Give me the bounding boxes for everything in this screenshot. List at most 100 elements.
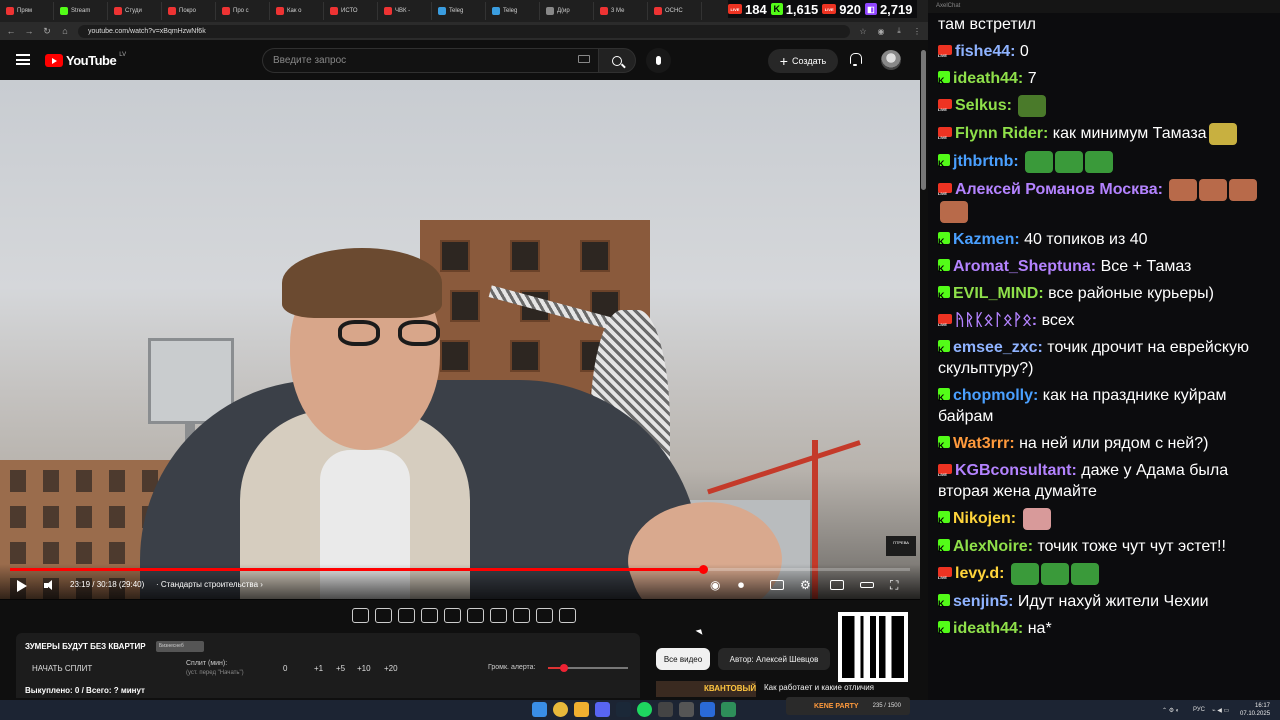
chat-username[interactable]: ideath44: — [953, 620, 1023, 637]
browser-tab[interactable]: Прям — [2, 2, 54, 20]
chat-username[interactable]: chopmolly: — [953, 387, 1038, 404]
audio-icon[interactable] — [375, 608, 392, 623]
camera-icon[interactable] — [398, 608, 415, 623]
spotify-icon[interactable] — [637, 702, 652, 717]
network-volume-icons[interactable]: ⌁ ◀ ▭ — [1212, 700, 1229, 720]
loop-icon[interactable] — [352, 608, 369, 623]
split-add-5-button[interactable]: +5 — [336, 664, 345, 673]
cinema-icon[interactable] — [467, 608, 484, 623]
file-explorer-icon[interactable] — [574, 702, 589, 717]
extension-icon[interactable]: ◉ — [876, 27, 886, 36]
youtube-logo[interactable]: YouTube LV — [45, 52, 126, 68]
chip-all-videos[interactable]: Все видео — [656, 648, 710, 670]
picture-in-picture-icon[interactable] — [444, 608, 461, 623]
hamburger-menu-icon[interactable] — [16, 54, 30, 65]
clip-icon[interactable] — [421, 608, 438, 623]
play-icon[interactable] — [17, 580, 27, 592]
back-icon[interactable]: ← — [6, 26, 16, 36]
browser-tab[interactable]: Teleg — [488, 2, 540, 20]
alert-volume-slider[interactable] — [548, 664, 628, 672]
chat-username[interactable]: Wat3rrr: — [953, 435, 1015, 452]
theater-mode-icon[interactable] — [860, 578, 874, 592]
chat-username[interactable]: fishe44: — [955, 43, 1015, 60]
home-icon[interactable]: ⌂ — [60, 26, 70, 36]
scrubber-handle[interactable] — [699, 565, 708, 574]
create-button[interactable]: + Создать — [768, 49, 838, 73]
recommendation-thumbnail[interactable]: КВАНТОВЫЙ — [656, 681, 756, 697]
discord-icon[interactable] — [595, 702, 610, 717]
notifications-bell-icon[interactable] — [849, 53, 862, 66]
browser-tab[interactable]: ОСНС — [650, 2, 702, 20]
browser-tab[interactable]: Студи — [110, 2, 162, 20]
chat-username[interactable]: jthbrtnb: — [953, 153, 1019, 170]
page-scrollbar[interactable] — [921, 50, 926, 190]
volume-icon[interactable] — [44, 580, 56, 591]
voice-search-button[interactable] — [646, 48, 671, 73]
split-add-20-button[interactable]: +20 — [384, 664, 398, 673]
search-input[interactable]: Введите запрос — [262, 48, 598, 73]
miniplayer-play-icon[interactable]: ◉ — [710, 578, 720, 592]
language-indicator[interactable]: РУС — [1193, 700, 1205, 720]
split-value-0[interactable]: 0 — [283, 664, 287, 673]
browser-tab[interactable]: Покро — [164, 2, 216, 20]
browser-tab[interactable]: ЧВК - — [380, 2, 432, 20]
split-add-10-button[interactable]: +10 — [357, 664, 371, 673]
chat-username[interactable]: KGBconsultant: — [955, 462, 1077, 479]
progress-bar[interactable] — [10, 565, 910, 574]
chat-username[interactable]: Flynn Rider: — [955, 125, 1048, 142]
fullscreen-icon[interactable]: ⛶ — [890, 578, 898, 592]
chat-username[interactable]: Selkus: — [955, 97, 1012, 114]
extension-settings-icon[interactable] — [559, 608, 576, 623]
start-menu-icon[interactable] — [532, 702, 547, 717]
split-add-1-button[interactable]: +1 — [314, 664, 323, 673]
system-clock[interactable]: 16:17 07.10.2025 — [1240, 700, 1270, 718]
chrome-icon[interactable] — [553, 702, 568, 717]
chat-username[interactable]: EVIL_MIND: — [953, 285, 1044, 302]
chip-author[interactable]: Автор: Алексей Шевцов — [718, 648, 830, 670]
chat-username[interactable]: levy.d: — [955, 565, 1005, 582]
settings-gear-icon[interactable]: ⚙ — [800, 578, 811, 592]
browser-tab[interactable]: ИСТО — [326, 2, 378, 20]
browser-tab[interactable]: 3 Ме — [596, 2, 648, 20]
start-split-button[interactable]: НАЧАТЬ СПЛИТ — [32, 664, 92, 673]
url-field[interactable]: youtube.com/watch?v=xBqmHzwNf6k — [78, 24, 850, 38]
subtitles-icon[interactable] — [770, 578, 784, 592]
search-button[interactable] — [598, 48, 636, 73]
download-icon[interactable]: ⤓ — [894, 26, 904, 36]
forward-icon[interactable]: → — [24, 26, 34, 36]
browser-menu-icon[interactable]: ⋮ — [912, 27, 922, 36]
browser-tab[interactable]: Д(ир — [542, 2, 594, 20]
tray-icons[interactable]: ⌃ ⚙ ◐ — [1162, 700, 1179, 720]
browser-tab[interactable]: Teleg — [434, 2, 486, 20]
miniplayer-icon[interactable] — [830, 578, 844, 592]
chat-username[interactable]: ᚤᚱᛕᛟᛚᛟᚹᛟ: — [955, 312, 1037, 329]
chapter-title[interactable]: · Стандарты строительства › — [156, 580, 263, 589]
reload-icon[interactable]: ↻ — [42, 26, 52, 37]
recommendation-title[interactable]: Как работает и какие отличия — [764, 683, 874, 692]
browser-tab[interactable]: Stream — [56, 2, 108, 20]
app-icon-2[interactable] — [721, 702, 736, 717]
chat-username[interactable]: Nikojen: — [953, 510, 1016, 527]
slider-knob[interactable] — [560, 664, 568, 672]
chat-username[interactable]: emsee_zxc: — [953, 339, 1043, 356]
steam-icon[interactable] — [616, 702, 631, 717]
autoplay-toggle-icon[interactable]: ⏺ — [738, 578, 744, 592]
telegram-icon[interactable] — [700, 702, 715, 717]
screenshot-icon[interactable] — [536, 608, 553, 623]
chat-username[interactable]: Алексей Романов Москва: — [955, 181, 1163, 198]
chat-username[interactable]: AlexNoire: — [953, 538, 1033, 555]
app-icon[interactable] — [679, 702, 694, 717]
add-icon[interactable] — [513, 608, 530, 623]
browser-tab[interactable]: Про с — [218, 2, 270, 20]
browser-tab[interactable]: Как о — [272, 2, 324, 20]
chat-username[interactable]: ideath44: — [953, 70, 1023, 87]
avatar[interactable] — [881, 50, 901, 70]
obs-icon[interactable] — [658, 702, 673, 717]
star-icon[interactable]: ☆ — [858, 27, 868, 36]
keyboard-icon[interactable] — [578, 55, 590, 63]
chat-username[interactable]: senjin5: — [953, 593, 1013, 610]
video-player[interactable]: ПТРЕВА — [0, 80, 920, 599]
chat-username[interactable]: Aromat_Sheptuna: — [953, 258, 1096, 275]
speed-icon[interactable] — [490, 608, 507, 623]
chat-username[interactable]: Kazmen: — [953, 231, 1020, 248]
